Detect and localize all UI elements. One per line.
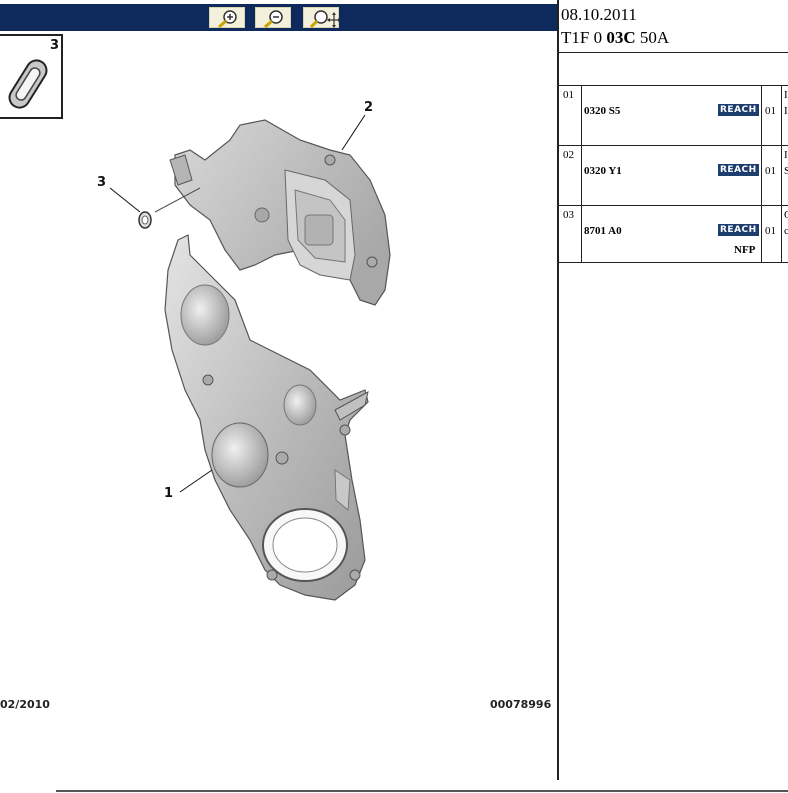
column-divider [761,86,762,145]
code-bold: 03C [606,28,636,47]
part-reference[interactable]: 0320 Y1 [584,165,622,177]
small-gasket-part [138,211,152,229]
leader-line-2 [341,114,366,151]
code-prefix: T1F 0 [561,28,607,47]
row-number: 03 [563,209,574,221]
part-reference[interactable]: 0320 S5 [584,105,620,117]
column-divider [581,86,582,145]
nfp-label: NFP [734,244,756,256]
column-divider [761,206,762,262]
diagram-date-footer: 02/2010 [0,698,50,711]
leader-line-1 [179,469,213,493]
table-row[interactable]: 01 0320 S5 REACH 01 I I [559,86,788,146]
catalog-code: T1F 0 03C 50A [561,28,669,48]
code-suffix: 50A [635,28,670,47]
column-divider [781,146,782,205]
zoom-out-icon [264,10,283,28]
zoom-pan-button[interactable] [303,7,340,28]
truncated-text-top: C [784,209,788,221]
column-divider [761,146,762,205]
reach-badge: REACH [718,104,759,116]
truncated-text-mid: I [784,105,788,117]
column-divider [581,206,582,262]
part-reference[interactable]: 8701 A0 [584,225,622,237]
reach-badge: REACH [718,164,759,176]
zoom-in-icon [218,10,237,28]
leader-line-3 [109,187,141,213]
parts-list-panel: 08.10.2011 T1F 0 03C 50A 01 0320 S5 REAC… [559,0,788,780]
column-divider [781,86,782,145]
callout-1: 1 [164,486,174,501]
diagram-id-footer: 00078996 [490,698,552,711]
callout-2: 2 [364,100,374,115]
zoom-in-button[interactable] [209,7,245,28]
callout-3: 3 [97,175,107,190]
bottom-border [56,790,788,792]
header-divider [559,52,788,53]
quantity: 01 [765,225,776,237]
column-divider [781,206,782,262]
row-number: 02 [563,149,574,161]
diagram-panel: 3 1 2 3 02/2010 00078996 [0,0,557,780]
reach-badge: REACH [718,224,759,236]
row-number: 01 [563,89,574,101]
table-row[interactable]: 03 8701 A0 REACH NFP 01 C c [559,206,788,263]
quantity: 01 [765,165,776,177]
zoom-pan-icon [310,10,340,28]
catalog-date: 08.10.2011 [561,5,637,24]
truncated-text-top: I [784,149,788,161]
truncated-text-mid: c [784,225,788,237]
column-divider [581,146,582,205]
table-row[interactable]: 02 0320 Y1 REACH 01 I S [559,146,788,206]
timing-cover-illustration [109,114,391,601]
truncated-text-mid: S [784,165,788,177]
lower-cover-part [164,234,369,601]
truncated-text-top: I [784,89,788,101]
zoom-toolbar [0,4,557,31]
zoom-out-button[interactable] [255,7,291,28]
quantity: 01 [765,105,776,117]
